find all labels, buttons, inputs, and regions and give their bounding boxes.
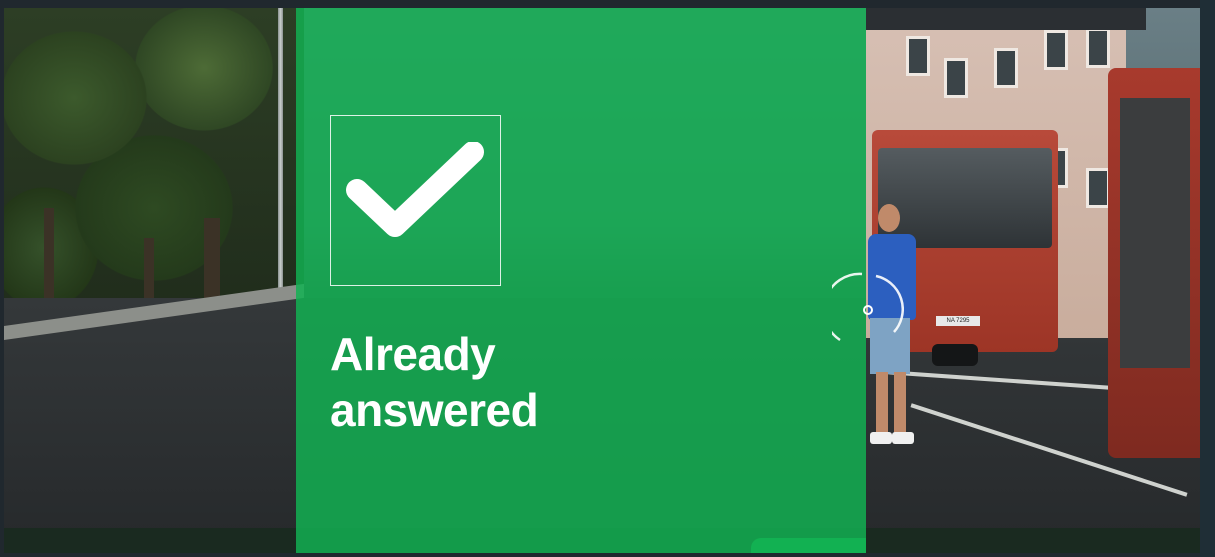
bus-window xyxy=(1120,98,1190,368)
status-line-2: answered xyxy=(330,384,539,436)
building-window xyxy=(1086,168,1110,208)
awning xyxy=(866,8,1146,30)
already-answered-overlay: Already answered xyxy=(296,8,866,553)
focus-reticle-icon xyxy=(822,270,904,350)
video-frame: NA 7295 Already answered xyxy=(0,0,1215,557)
pedestrian-shoe xyxy=(870,432,892,444)
status-line-1: Already xyxy=(330,328,496,380)
building-window xyxy=(1086,28,1110,68)
trees xyxy=(4,8,304,338)
bus-right xyxy=(1108,68,1200,458)
checkmark-frame xyxy=(330,115,501,286)
building-window xyxy=(994,48,1018,88)
building-window xyxy=(1044,30,1068,70)
overlay-tab xyxy=(751,538,866,553)
pedestrian-shoe xyxy=(892,432,914,444)
pedestrian-leg xyxy=(876,372,888,436)
bus-wheel xyxy=(932,344,978,366)
building-window xyxy=(944,58,968,98)
pedestrian-leg xyxy=(894,372,906,436)
already-answered-text: Already answered xyxy=(330,326,539,438)
pedestrian-head xyxy=(878,204,900,232)
side-strip xyxy=(1200,0,1215,557)
building-window xyxy=(906,36,930,76)
checkmark-icon xyxy=(346,142,484,237)
bus-license-plate: NA 7295 xyxy=(936,316,980,326)
street-light-pole xyxy=(278,8,283,323)
